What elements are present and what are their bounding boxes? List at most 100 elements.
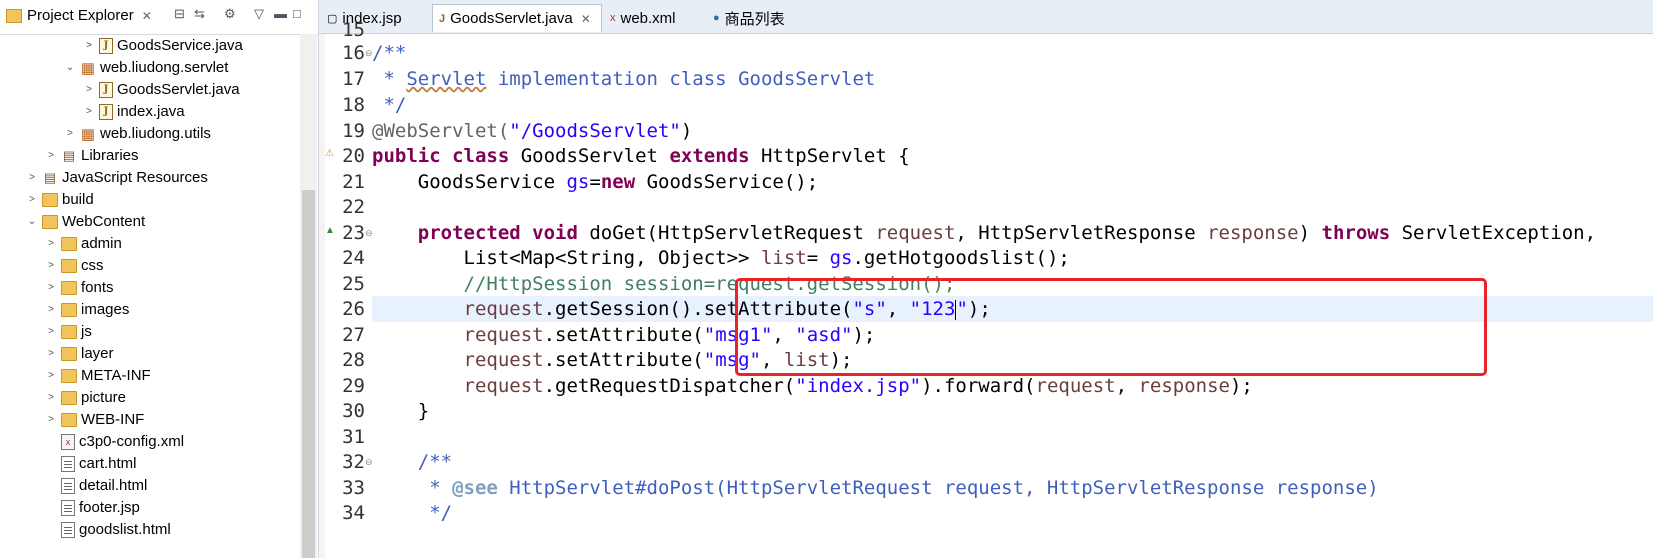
maximize-icon[interactable]: □ <box>293 6 301 21</box>
tree-item[interactable]: > ▤ JavaScript Resources <box>25 166 208 189</box>
tree-item[interactable]: > js <box>44 320 92 343</box>
tree-item-label: build <box>62 191 94 208</box>
html-file-icon <box>61 455 75 472</box>
expand-icon[interactable]: > <box>44 348 58 359</box>
expand-icon[interactable]: > <box>44 282 58 293</box>
tree-item[interactable]: > ▦ web.liudong.utils <box>63 122 211 145</box>
explorer-tree: > J GoodsService.java ⌄ ▦ web.liudong.servle… <box>0 34 300 558</box>
expand-icon[interactable]: > <box>44 370 58 381</box>
warning-icon: ⚠ <box>325 148 334 159</box>
tree-item-label: cart.html <box>79 455 137 472</box>
project-explorer-icon <box>6 8 22 23</box>
code-editor: ▢ index.jsp J GoodsServlet.java ✕ x web.… <box>319 0 1653 558</box>
tree-item[interactable]: > css <box>44 254 104 277</box>
tree-item[interactable]: cart.html <box>58 452 137 475</box>
tree-item[interactable]: x c3p0-config.xml <box>58 430 184 453</box>
code-line: protected void doGet(HttpServletRequest … <box>417 222 1597 244</box>
expand-icon[interactable]: > <box>82 84 96 95</box>
expand-icon[interactable]: > <box>44 238 58 249</box>
folder-icon <box>61 281 77 295</box>
line-number: 32 <box>342 451 365 473</box>
tree-item[interactable]: > Jindex.java <box>82 100 185 123</box>
expand-icon[interactable]: > <box>44 392 58 403</box>
code-line: */ <box>372 502 453 524</box>
java-file-icon: J <box>439 12 446 25</box>
line-number: 21 <box>342 171 365 193</box>
tree-item[interactable]: > picture <box>44 386 126 409</box>
tree-item[interactable]: > build <box>25 188 94 211</box>
code-line: * @see HttpServlet#doPost(HttpServletReq… <box>372 477 1379 499</box>
code-line: * Servlet implementation class GoodsServ… <box>372 68 876 90</box>
expand-icon[interactable]: > <box>82 40 96 51</box>
code-line: } <box>372 400 430 422</box>
tree-item[interactable]: ⌄ ▦ web.liudong.servlet <box>63 56 229 79</box>
view-menu-icon[interactable]: ▽ <box>254 6 264 22</box>
collapse-icon[interactable]: ⌄ <box>63 62 77 73</box>
html-file-icon <box>61 477 75 494</box>
explorer-scrollbar-thumb[interactable] <box>302 190 315 558</box>
tree-item[interactable]: > ▤ Libraries <box>44 144 139 167</box>
tree-item[interactable]: > admin <box>44 232 122 255</box>
tree-item[interactable]: > images <box>44 298 129 321</box>
expand-icon[interactable]: > <box>82 106 96 117</box>
tree-item[interactable]: footer.jsp <box>58 496 140 519</box>
tab-label: 商品列表 <box>724 10 785 28</box>
line-number: 18 <box>342 94 365 116</box>
link-with-editor-icon[interactable]: ⇆ <box>194 6 205 22</box>
folder-icon <box>61 237 77 251</box>
folder-icon <box>42 193 58 207</box>
tree-item-label: js <box>81 323 92 340</box>
editor-tab-bar: ▢ index.jsp J GoodsServlet.java ✕ x web.… <box>319 0 1653 34</box>
folder-icon <box>61 325 77 339</box>
tree-item-label: Libraries <box>81 147 139 164</box>
library-icon: ▤ <box>62 147 76 163</box>
tree-item[interactable]: > layer <box>44 342 113 365</box>
expand-icon[interactable]: > <box>44 414 58 425</box>
xml-file-icon: x <box>610 12 616 24</box>
tree-item[interactable]: ⌄ WebContent <box>25 210 145 233</box>
folder-icon <box>61 259 77 273</box>
tree-item[interactable]: > META-INF <box>44 364 151 387</box>
tab-goods-list[interactable]: ● 商品列表 <box>707 4 807 32</box>
expand-icon[interactable]: > <box>63 128 77 139</box>
expand-icon[interactable]: > <box>44 304 58 315</box>
minimize-icon[interactable]: ▬ <box>274 6 287 21</box>
tree-item-label: WebContent <box>62 213 146 230</box>
tree-item-label: detail.html <box>79 477 148 494</box>
line-number: 17 <box>342 68 365 90</box>
tree-item[interactable]: detail.html <box>58 474 147 497</box>
close-icon[interactable]: ✕ <box>581 12 591 26</box>
line-number: 34 <box>342 502 365 524</box>
code-line: /** <box>372 42 407 64</box>
collapse-all-icon[interactable]: ⊟ <box>174 6 185 22</box>
expand-icon[interactable]: > <box>25 172 39 183</box>
line-number: 26 <box>342 298 365 320</box>
tree-item[interactable]: > WEB-INF <box>44 408 144 431</box>
java-file-icon: J <box>99 81 113 98</box>
tree-item[interactable]: > J GoodsService.java <box>82 34 243 57</box>
code-line: GoodsService gs=new GoodsService(); <box>372 171 819 193</box>
tree-item[interactable]: > J GoodsServlet.java <box>82 78 240 101</box>
tab-goodsservlet-java[interactable]: J GoodsServlet.java ✕ <box>432 4 602 32</box>
line-number: 25 <box>342 273 365 295</box>
filter-icon[interactable]: ⚙ <box>224 6 236 22</box>
tree-item-label: index.java <box>117 103 185 120</box>
tab-label: GoodsServlet.java <box>450 10 573 27</box>
collapse-icon[interactable]: ⌄ <box>25 216 39 227</box>
expand-icon[interactable]: > <box>44 326 58 337</box>
tree-item[interactable]: > fonts <box>44 276 113 299</box>
tree-item-label: web.liudong.utils <box>100 125 211 142</box>
expand-icon[interactable]: > <box>44 150 58 161</box>
line-number: 19 <box>342 120 365 142</box>
expand-icon[interactable]: > <box>25 194 39 205</box>
tab-web-xml[interactable]: x web.xml <box>604 4 704 32</box>
close-icon[interactable]: ✕ <box>142 9 152 23</box>
tree-item-label: css <box>81 257 104 274</box>
explorer-tab[interactable]: Project Explorer ✕ <box>6 7 152 24</box>
java-file-icon: J <box>99 37 113 54</box>
expand-icon[interactable]: > <box>44 260 58 271</box>
folder-icon <box>61 413 77 427</box>
code-line: public class GoodsServlet extends HttpSe… <box>372 145 910 167</box>
tree-item-label: picture <box>81 389 127 406</box>
tree-item[interactable]: goodslist.html <box>58 518 171 541</box>
